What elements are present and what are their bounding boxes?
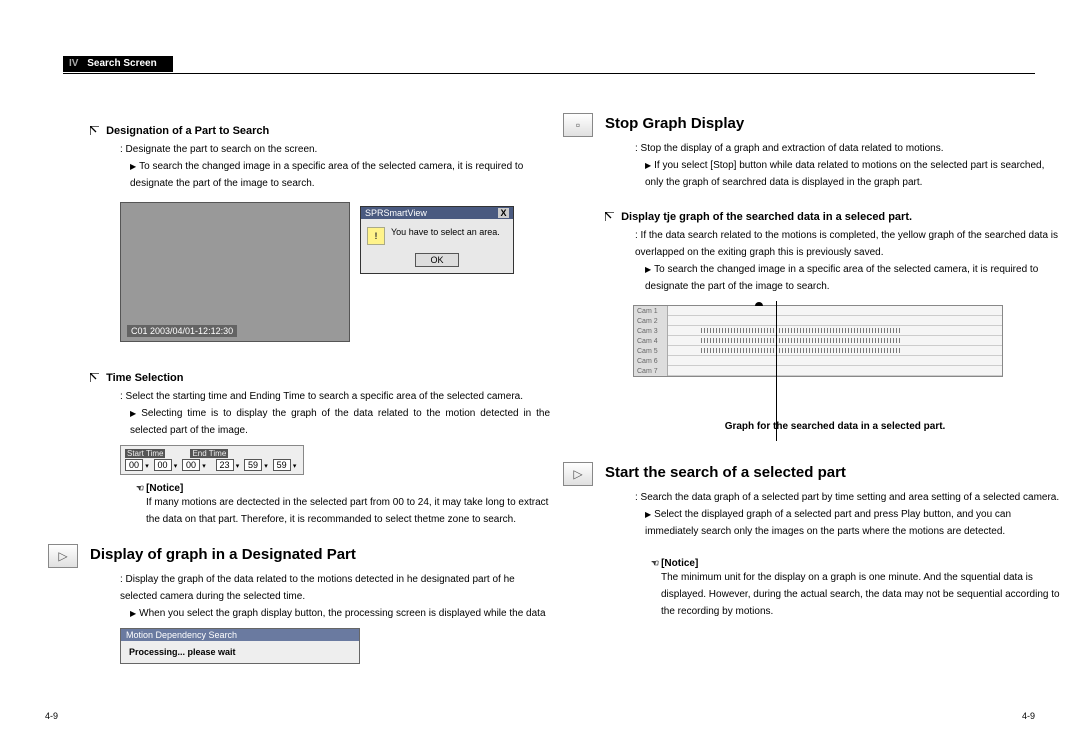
corner-arrow-icon	[90, 373, 99, 382]
corner-arrow-icon	[90, 126, 99, 135]
stop-graph-colon-text: : Stop the display of a graph and extrac…	[635, 140, 1065, 157]
display-graph-tri-text: ▶When you select the graph display butto…	[130, 605, 550, 622]
notice-label: ☜[Notice]	[136, 483, 550, 494]
graph-caption: Graph for the searched data in a selecte…	[605, 421, 1065, 432]
heading-stop-graph: Stop Graph Display	[605, 115, 1065, 132]
graph-row-label: Cam 3	[634, 326, 668, 336]
page-number-left: 4-9	[45, 711, 58, 721]
progress-title: Motion Dependency Search	[121, 629, 359, 641]
end-ss[interactable]: 59	[273, 459, 291, 471]
graph-indicator-line	[776, 301, 777, 441]
stop-graph-tri-text: ▶If you select [Stop] button while data …	[645, 157, 1065, 191]
heading-display-graph: Display of graph in a Designated Part	[90, 546, 550, 563]
stop-icon: ▫	[563, 113, 593, 137]
alert-dialog: SPRSmartView X ! You have to select an a…	[360, 206, 514, 274]
notice-body: If many motions are dectected in the sel…	[146, 494, 550, 528]
start-mm[interactable]: 00	[154, 459, 172, 471]
triangle-bullet-icon: ▶	[645, 265, 651, 274]
page-number-right: 4-9	[1022, 711, 1035, 721]
triangle-bullet-icon: ▶	[130, 162, 136, 171]
play-icon: ▷	[563, 462, 593, 486]
right-column: ▫ Stop Graph Display : Stop the display …	[605, 115, 1065, 620]
designation-tri-text: ▶To search the changed image in a specif…	[130, 158, 550, 192]
pointing-hand-icon: ☜	[136, 483, 144, 493]
graph-row-label: Cam 7	[634, 366, 668, 376]
subhead-time-selection: Time Selection	[90, 372, 550, 384]
end-mm[interactable]: 59	[244, 459, 262, 471]
display-sel-colon-text: : If the data search related to the moti…	[635, 227, 1065, 261]
surveillance-screenshot: C01 2003/04/01-12:12:30	[120, 202, 350, 342]
dialog-message: You have to select an area.	[391, 227, 500, 245]
triangle-bullet-icon: ▶	[130, 409, 138, 418]
start-hh[interactable]: 00	[125, 459, 143, 471]
start-time-label: Start Time	[125, 449, 165, 458]
section-header: IV Search Screen	[63, 56, 1035, 74]
time-tri-text: ▶Selecting time is to display the graph …	[130, 405, 550, 439]
notice-body-2: The minimum unit for the display on a gr…	[661, 569, 1065, 620]
dialog-title: SPRSmartView	[365, 208, 427, 218]
graph-row-label: Cam 6	[634, 356, 668, 366]
start-search-tri-text: ▶Select the displayed graph of a selecte…	[645, 506, 1065, 540]
time-selector: Start Time End Time 00▾ 00▾ 00▾ 23▾ 59▾ …	[120, 445, 304, 475]
surveillance-timestamp: C01 2003/04/01-12:12:30	[127, 325, 237, 337]
ok-button[interactable]: OK	[415, 253, 458, 267]
subhead-designation: Designation of a Part to Search	[90, 125, 550, 137]
end-hh[interactable]: 23	[216, 459, 234, 471]
triangle-bullet-icon: ▶	[130, 609, 136, 618]
time-colon-text: : Select the starting time and Ending Ti…	[120, 388, 550, 405]
triangle-bullet-icon: ▶	[645, 510, 651, 519]
warning-icon: !	[367, 227, 385, 245]
graph-row-label: Cam 2	[634, 316, 668, 326]
progress-dialog: Motion Dependency Search Processing... p…	[120, 628, 360, 664]
graph-row-label: Cam 5	[634, 346, 668, 356]
graph-row-label: Cam 1	[634, 306, 668, 316]
header-divider	[63, 73, 1035, 74]
start-search-colon-text: : Search the data graph of a selected pa…	[635, 489, 1065, 506]
left-column: Designation of a Part to Search : Design…	[90, 115, 550, 664]
heading-start-search: Start the search of a selected part	[605, 464, 1065, 481]
end-time-label: End Time	[190, 449, 228, 458]
graph-timeline: Cam 1 Cam 2 Cam 3 Cam 4 Cam 5 Cam 6 Cam …	[633, 305, 1003, 377]
graph-display-icon: ▷	[48, 544, 78, 568]
notice-label-2: ☜[Notice]	[651, 558, 1065, 569]
corner-arrow-icon	[605, 212, 614, 221]
subhead-display-selected: Display tje graph of the searched data i…	[605, 211, 1065, 223]
start-ss[interactable]: 00	[182, 459, 200, 471]
screenshot-block: C01 2003/04/01-12:12:30 SPRSmartView X !…	[90, 192, 550, 348]
progress-message: Processing... please wait	[121, 641, 359, 663]
section-number: IV	[69, 58, 78, 69]
designation-colon-text: : Designate the part to search on the sc…	[120, 141, 550, 158]
section-title: Search Screen	[87, 58, 157, 69]
triangle-bullet-icon: ▶	[645, 161, 651, 170]
display-sel-tri-text: ▶To search the changed image in a specif…	[645, 261, 1065, 295]
display-graph-colon-text: : Display the graph of the data related …	[120, 571, 550, 605]
pointing-hand-icon: ☜	[651, 558, 659, 568]
graph-row-label: Cam 4	[634, 336, 668, 346]
close-icon[interactable]: X	[498, 208, 509, 218]
